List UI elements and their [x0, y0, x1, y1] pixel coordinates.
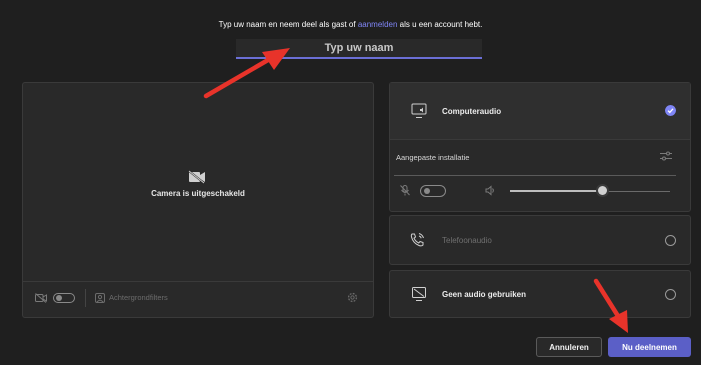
mic-off-icon	[400, 185, 410, 196]
phone-audio-option[interactable]: Telefoonaudio	[389, 215, 691, 265]
background-effects-icon	[95, 293, 105, 303]
volume-slider-fill	[510, 190, 603, 192]
phone-audio-radio[interactable]	[665, 235, 676, 246]
video-preview-panel: Camera is uitgeschakeld Achtergrondfilte…	[22, 82, 374, 318]
camera-off-icon	[188, 170, 205, 184]
camera-toggle[interactable]	[53, 293, 75, 303]
computer-audio-label: Computeraudio	[442, 107, 502, 116]
phone-icon	[410, 233, 424, 247]
guest-join-prompt: Typ uw naam en neem deel als gast of aan…	[0, 20, 701, 29]
volume-slider-thumb[interactable]	[598, 186, 608, 195]
sign-in-link[interactable]: aanmelden	[358, 20, 398, 29]
camera-off-label: Camera is uitgeschakeld	[151, 189, 245, 198]
no-audio-label: Geen audio gebruiken	[442, 290, 527, 299]
speaker-icon	[485, 185, 494, 196]
device-settings-icon[interactable]	[660, 151, 672, 161]
prompt-text-before: Typ uw naam en neem deel als gast of	[218, 20, 358, 29]
join-now-button[interactable]: Nu deelnemen	[608, 337, 691, 357]
toolbar-separator	[85, 289, 86, 307]
cancel-button[interactable]: Annuleren	[536, 337, 602, 357]
no-audio-option[interactable]: Geen audio gebruiken	[389, 270, 691, 318]
custom-setup-divider	[394, 175, 676, 176]
custom-setup-label: Aangepaste installatie	[396, 153, 470, 162]
no-audio-radio[interactable]	[665, 289, 676, 300]
background-filters-button[interactable]: Achtergrondfilters	[109, 293, 168, 302]
no-audio-icon	[412, 287, 426, 301]
mic-toggle[interactable]	[420, 185, 446, 197]
computer-audio-icon	[411, 103, 427, 118]
camera-icon	[35, 293, 47, 303]
name-input[interactable]	[236, 39, 482, 59]
selected-check-icon	[665, 105, 676, 116]
computer-audio-header[interactable]: Computeraudio	[390, 83, 690, 140]
prompt-text-after: als u een account hebt.	[397, 20, 483, 29]
video-toolbar-divider	[23, 281, 373, 282]
phone-audio-label: Telefoonaudio	[442, 236, 492, 245]
computer-audio-option[interactable]: Computeraudio Aangepaste installatie	[389, 82, 691, 212]
gear-icon[interactable]	[347, 292, 358, 303]
